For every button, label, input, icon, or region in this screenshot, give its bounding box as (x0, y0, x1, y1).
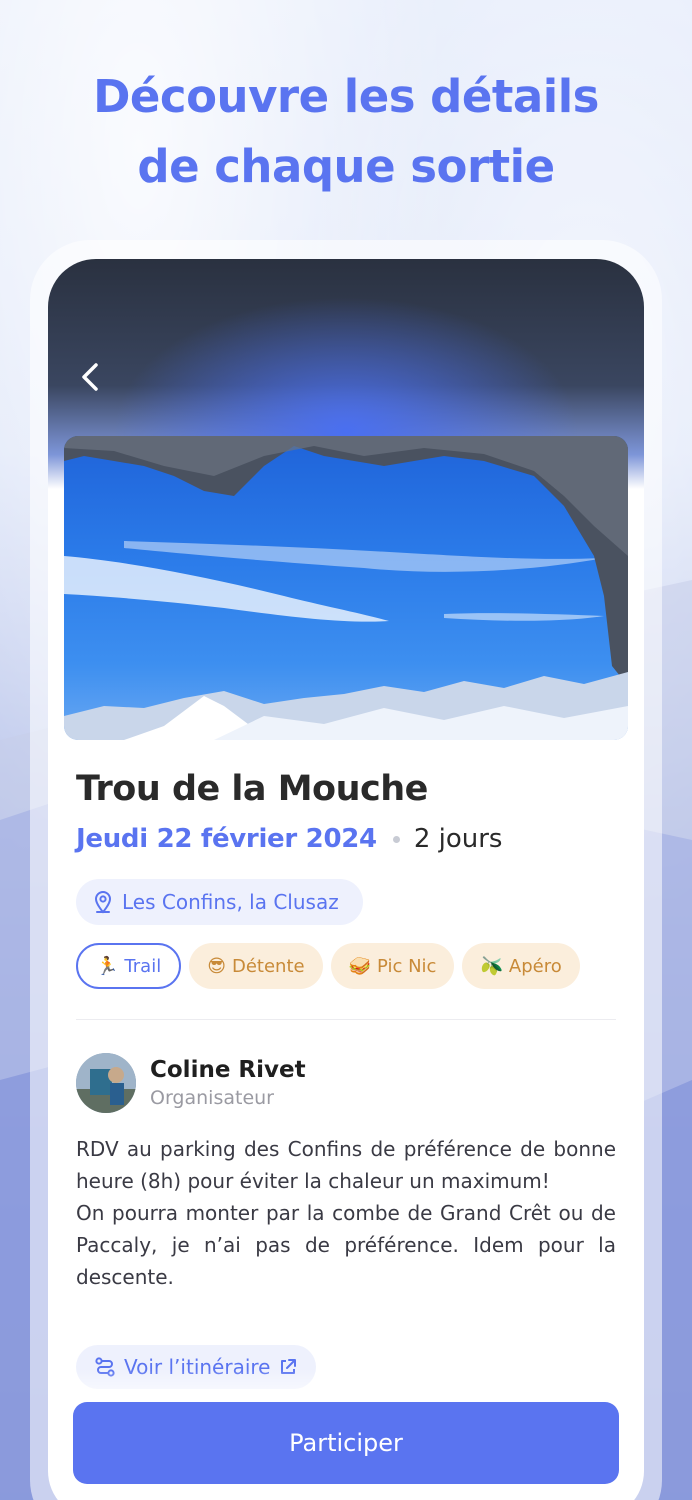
back-button[interactable] (72, 359, 108, 395)
tag-label: Détente (231, 955, 305, 977)
separator-dot (392, 835, 400, 843)
participate-button[interactable]: Participer (73, 1402, 619, 1484)
headline-line-1: Découvre les détails (93, 70, 599, 123)
avatar (76, 1053, 136, 1113)
tag-detente[interactable]: 😎 Détente (189, 943, 323, 989)
sandwich-icon: 🥪 (348, 955, 372, 977)
location-label: Les Confins, la Clusaz (122, 890, 339, 914)
description-paragraph-2: On pourra monter par la combe de Grand C… (76, 1201, 616, 1289)
phone-screen: Trou de la Mouche Jeudi 22 février 2024 … (48, 259, 644, 1500)
chevron-left-icon (82, 363, 98, 391)
location-pin-icon (94, 891, 112, 914)
organizer-role: Organisateur (150, 1087, 274, 1109)
tag-label: Trail (124, 955, 162, 977)
description-paragraph-1: RDV au parking des Confins de préférence… (76, 1137, 616, 1193)
tag-trail[interactable]: 🏃 Trail (76, 943, 182, 989)
activity-tags: 🏃 Trail 😎 Détente 🥪 Pic Nic 🫒 Apéro (76, 943, 580, 989)
sunglasses-icon: 😎 (207, 955, 226, 977)
location-pill[interactable]: Les Confins, la Clusaz (76, 879, 363, 925)
tag-label: Apéro (508, 955, 562, 977)
page-headline: Découvre les détails de chaque sortie (0, 62, 692, 202)
tag-pic-nic[interactable]: 🥪 Pic Nic (330, 943, 455, 989)
event-date-row: Jeudi 22 février 2024 2 jours (76, 824, 502, 854)
tag-apero[interactable]: 🫒 Apéro (462, 943, 580, 989)
event-date: Jeudi 22 février 2024 (76, 824, 377, 854)
organizer-block[interactable]: Coline Rivet Organisateur (76, 1053, 306, 1113)
event-photo (64, 436, 628, 740)
event-description: RDV au parking des Confins de préférence… (76, 1133, 616, 1293)
running-icon: 🏃 (96, 955, 119, 977)
olive-icon: 🫒 (480, 955, 503, 977)
headline-line-2: de chaque sortie (137, 140, 555, 193)
event-duration: 2 jours (413, 824, 503, 854)
organizer-info: Coline Rivet Organisateur (150, 1057, 306, 1109)
event-title: Trou de la Mouche (76, 769, 428, 809)
tag-label: Pic Nic (377, 955, 437, 977)
section-divider (76, 1019, 616, 1020)
organizer-name: Coline Rivet (150, 1057, 306, 1083)
